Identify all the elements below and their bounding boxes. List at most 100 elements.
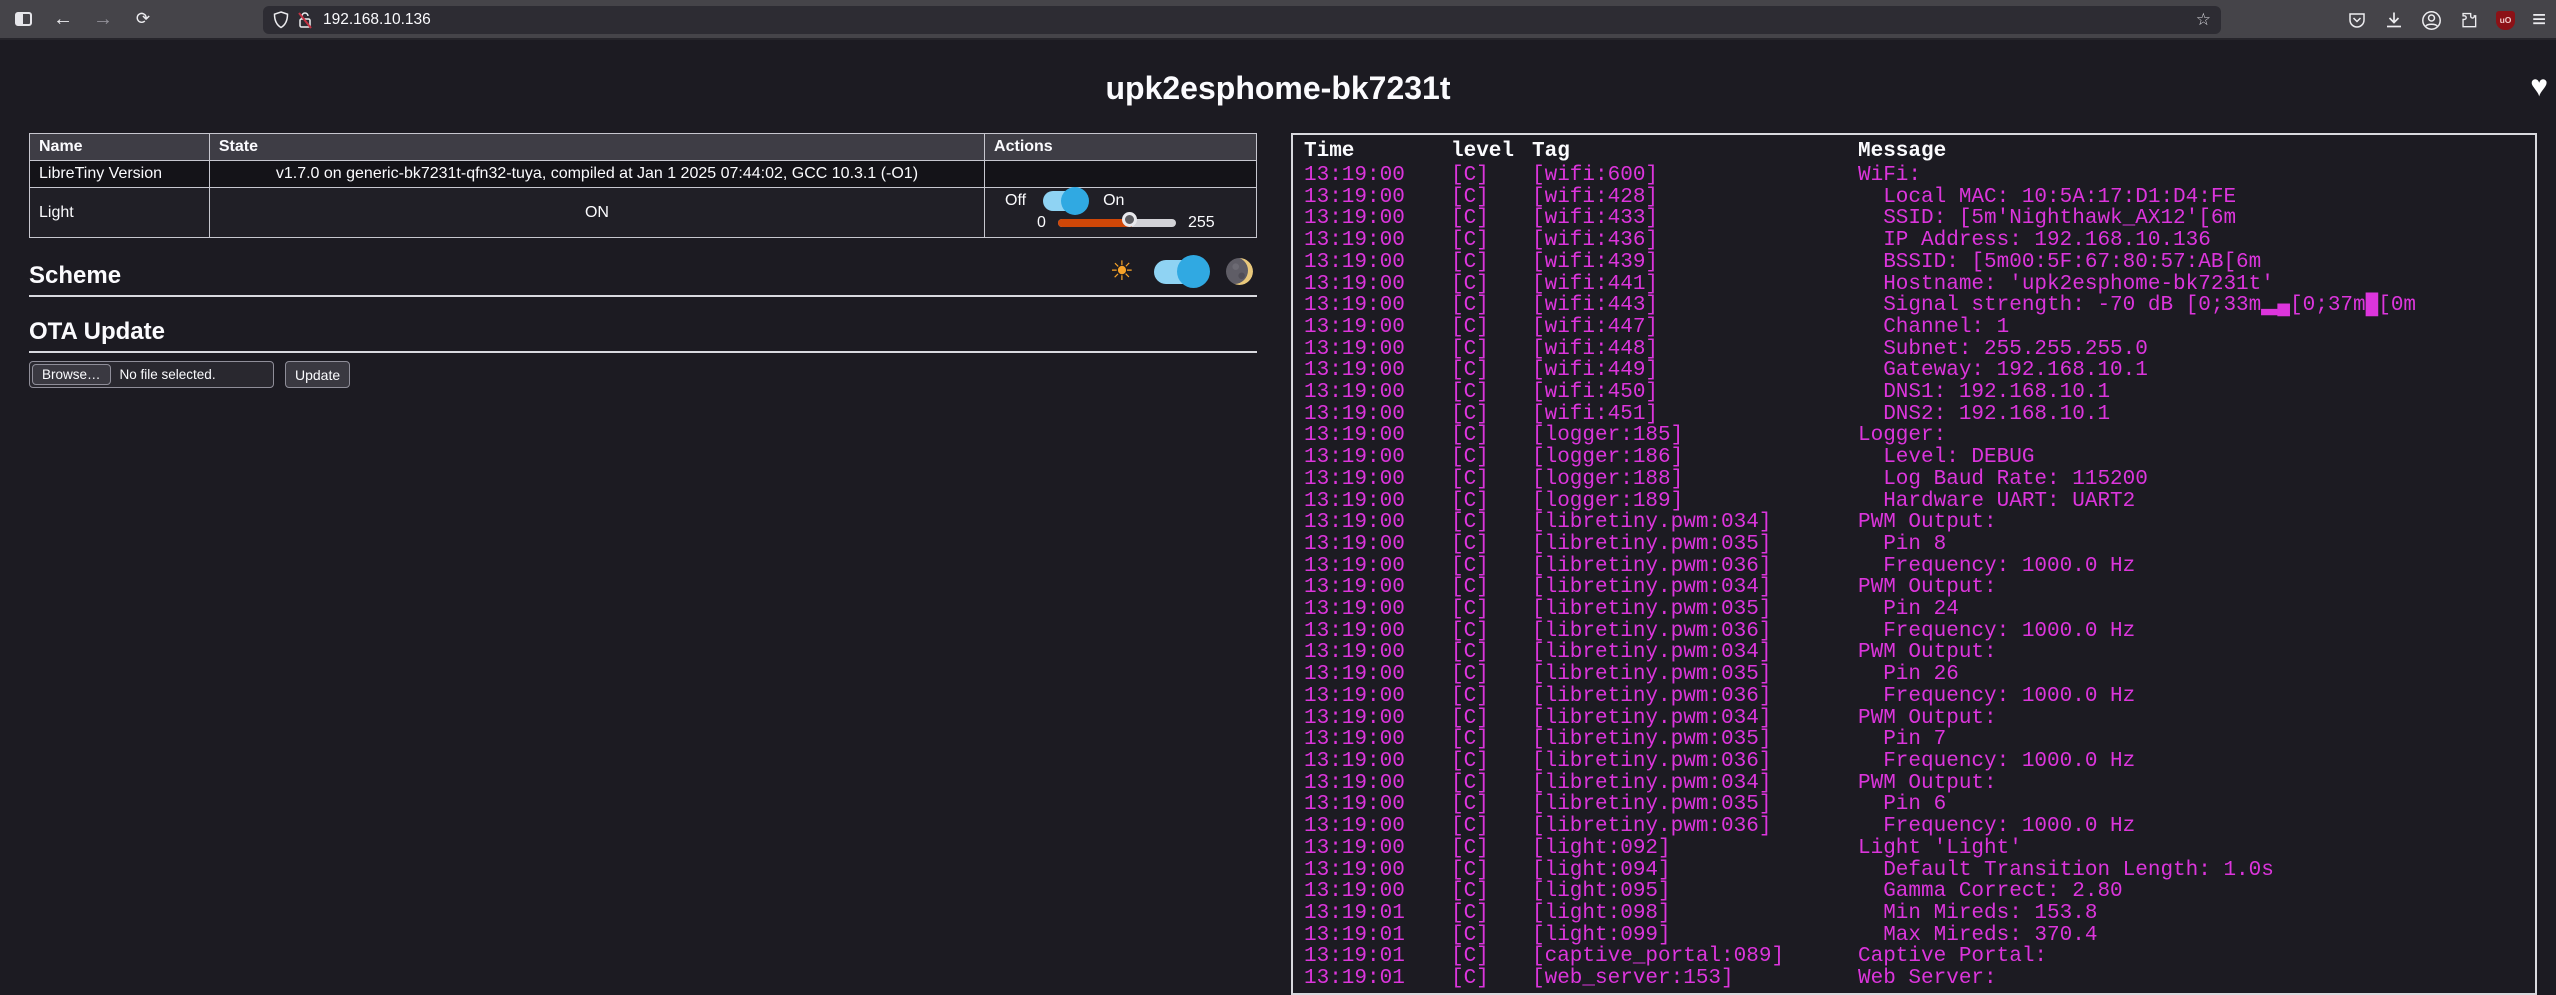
ota-divider (29, 351, 1257, 353)
log-row: 13:19:01[C][light:098] Min Mireds: 153.8 (1304, 903, 2535, 925)
ublock-origin-icon[interactable]: uO (2496, 11, 2515, 30)
light-actions: Off On 0 255 (985, 188, 1257, 238)
log-level: [C] (1451, 404, 1532, 426)
update-button[interactable]: Update (285, 361, 350, 388)
log-level: [C] (1451, 577, 1532, 599)
insecure-lock-icon[interactable] (297, 11, 314, 29)
url-text[interactable]: 192.168.10.136 (323, 11, 431, 29)
log-row: 13:19:00[C][libretiny.pwm:035] Pin 8 (1304, 534, 2535, 556)
log-level: [C] (1451, 165, 1532, 187)
reload-button[interactable]: ⟳ (126, 4, 160, 34)
light-state: ON (209, 188, 984, 238)
log-time: 13:19:00 (1304, 274, 1451, 296)
log-time: 13:19:00 (1304, 664, 1451, 686)
log-row: 13:19:00[C][libretiny.pwm:036] Frequency… (1304, 686, 2535, 708)
log-time: 13:19:00 (1304, 404, 1451, 426)
table-header-row: Name State Actions (30, 134, 1257, 161)
log-time: 13:19:00 (1304, 252, 1451, 274)
log-tag: [libretiny.pwm:035] (1532, 599, 1858, 621)
log-message: PWM Output: (1858, 642, 2535, 664)
log-row: 13:19:00[C][wifi:439] BSSID: [5m00:5F:67… (1304, 252, 2535, 274)
log-tag: [wifi:450] (1532, 382, 1858, 404)
log-row: 13:19:00[C][logger:188] Log Baud Rate: 1… (1304, 469, 2535, 491)
log-row: 13:19:00[C][logger:185]Logger: (1304, 425, 2535, 447)
browse-button[interactable]: Browse… (32, 364, 111, 385)
col-header-actions: Actions (985, 134, 1257, 161)
log-message: Gateway: 192.168.10.1 (1858, 360, 2535, 382)
light-name: Light (30, 188, 210, 238)
light-toggle-switch[interactable] (1043, 191, 1085, 211)
log-row: 13:19:00[C][wifi:447] Channel: 1 (1304, 317, 2535, 339)
log-level: [C] (1451, 534, 1532, 556)
log-tag: [wifi:443] (1532, 295, 1858, 317)
log-level: [C] (1451, 621, 1532, 643)
download-icon[interactable] (2384, 10, 2404, 30)
log-message: Hostname: 'upk2esphome-bk7231t' (1858, 274, 2535, 296)
log-time: 13:19:01 (1304, 968, 1451, 990)
log-message: Pin 24 (1858, 599, 2535, 621)
log-message: Frequency: 1000.0 Hz (1858, 686, 2535, 708)
log-tag: [logger:189] (1532, 491, 1858, 513)
log-message: Default Transition Length: 1.0s (1858, 860, 2535, 882)
log-message: Logger: (1858, 425, 2535, 447)
log-message: SSID: [5m'Nighthawk_AX12'[6m (1858, 208, 2535, 230)
log-row: 13:19:00[C][wifi:428] Local MAC: 10:5A:1… (1304, 187, 2535, 209)
log-tag: [libretiny.pwm:035] (1532, 794, 1858, 816)
log-row: 13:19:00[C][libretiny.pwm:036] Frequency… (1304, 751, 2535, 773)
log-header-row: Time level Tag Message (1304, 140, 2535, 164)
log-panel[interactable]: Time level Tag Message 13:19:00[C][wifi:… (1291, 133, 2537, 995)
file-input[interactable]: Browse… No file selected. (29, 361, 274, 388)
menu-button[interactable]: ≡ (2532, 10, 2546, 30)
shield-icon[interactable] (273, 11, 289, 29)
log-message: Pin 7 (1858, 729, 2535, 751)
log-level: [C] (1451, 512, 1532, 534)
scheme-toggle-switch[interactable] (1154, 260, 1206, 284)
log-time: 13:19:00 (1304, 751, 1451, 773)
log-level: [C] (1451, 556, 1532, 578)
log-tag: [libretiny.pwm:034] (1532, 773, 1858, 795)
log-row: 13:19:00[C][light:095] Gamma Correct: 2.… (1304, 881, 2535, 903)
log-row: 13:19:00[C][wifi:443] Signal strength: -… (1304, 295, 2535, 317)
log-col-tag: Tag (1532, 140, 1858, 164)
reload-icon: ⟳ (136, 9, 150, 29)
log-message: Frequency: 1000.0 Hz (1858, 556, 2535, 578)
log-tag: [wifi:451] (1532, 404, 1858, 426)
log-time: 13:19:00 (1304, 794, 1451, 816)
sidebar-toggle-button[interactable] (6, 4, 40, 34)
log-message: Local MAC: 10:5A:17:D1:D4:FE (1858, 187, 2535, 209)
log-row: 13:19:00[C][light:094] Default Transitio… (1304, 860, 2535, 882)
light-off-label: Off (1005, 192, 1026, 210)
log-tag: [logger:186] (1532, 447, 1858, 469)
table-row: Light ON Off On 0 255 (30, 188, 1257, 238)
log-message: Log Baud Rate: 115200 (1858, 469, 2535, 491)
log-message: Max Mireds: 370.4 (1858, 925, 2535, 947)
url-bar[interactable]: 192.168.10.136 ☆ (263, 6, 2221, 34)
log-message: Channel: 1 (1858, 317, 2535, 339)
log-time: 13:19:00 (1304, 317, 1451, 339)
log-level: [C] (1451, 664, 1532, 686)
log-message: Light 'Light' (1858, 838, 2535, 860)
bookmark-star-icon[interactable]: ☆ (2196, 10, 2211, 30)
log-tag: [wifi:600] (1532, 165, 1858, 187)
hamburger-icon: ≡ (2532, 6, 2546, 33)
version-actions-empty (985, 161, 1257, 188)
extensions-puzzle-icon[interactable] (2459, 10, 2479, 30)
log-message: IP Address: 192.168.10.136 (1858, 230, 2535, 252)
log-time: 13:19:00 (1304, 816, 1451, 838)
log-col-message: Message (1858, 140, 2535, 164)
log-level: [C] (1451, 838, 1532, 860)
log-level: [C] (1451, 708, 1532, 730)
col-header-name: Name (30, 134, 210, 161)
log-tag: [wifi:441] (1532, 274, 1858, 296)
log-level: [C] (1451, 491, 1532, 513)
account-icon[interactable] (2421, 10, 2442, 31)
back-button[interactable]: ← (46, 4, 80, 34)
entity-table: Name State Actions LibreTiny Version v1.… (29, 133, 1257, 238)
log-tag: [libretiny.pwm:034] (1532, 642, 1858, 664)
log-level: [C] (1451, 469, 1532, 491)
pocket-icon[interactable] (2347, 10, 2367, 30)
log-row: 13:19:00[C][libretiny.pwm:034]PWM Output… (1304, 512, 2535, 534)
forward-arrow-icon: → (93, 8, 113, 31)
log-time: 13:19:01 (1304, 946, 1451, 968)
brightness-slider[interactable] (1058, 219, 1176, 227)
